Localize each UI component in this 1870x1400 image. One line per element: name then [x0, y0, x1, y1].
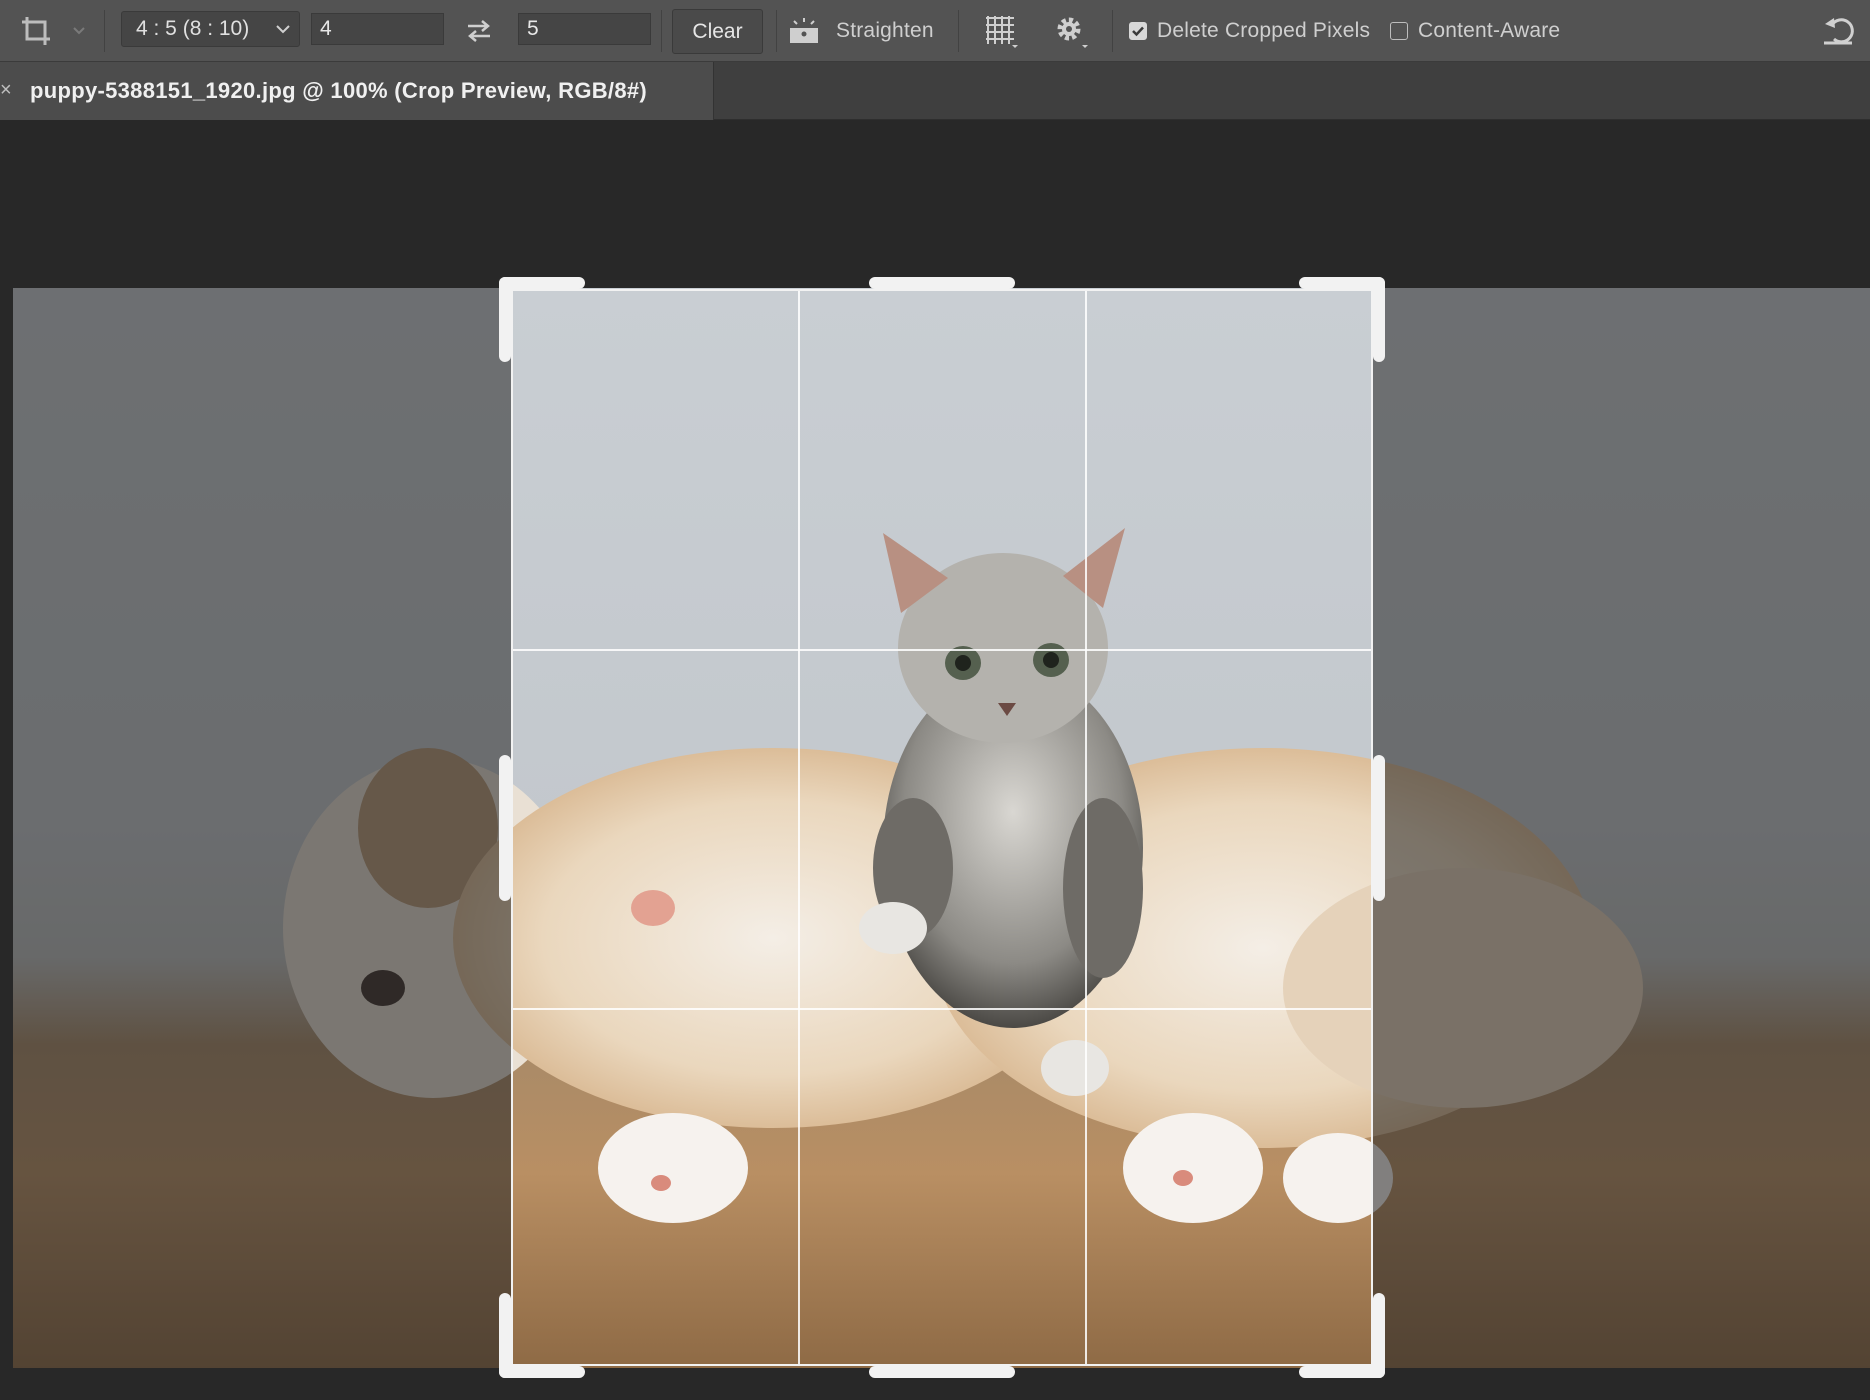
content-aware-checkbox[interactable]	[1390, 22, 1408, 40]
crop-width-field[interactable]: 4	[311, 13, 444, 45]
divider	[1112, 10, 1113, 52]
reset-icon	[1824, 18, 1854, 45]
crop-handle-top[interactable]	[869, 277, 1015, 289]
straighten-button[interactable]: Straighten	[786, 0, 946, 62]
crop-shield-right	[1373, 288, 1870, 1368]
swap-arrows-icon	[468, 20, 490, 42]
crop-handle-bottom-right[interactable]	[1373, 1293, 1385, 1378]
delete-cropped-pixels-label: Delete Cropped Pixels	[1157, 19, 1371, 42]
reset-crop-button[interactable]	[1822, 0, 1862, 62]
crop-settings-button[interactable]	[1052, 0, 1092, 62]
gear-icon	[1057, 17, 1088, 48]
aspect-ratio-value: 4 : 5 (8 : 10)	[136, 17, 250, 40]
content-aware-label: Content-Aware	[1418, 19, 1561, 42]
document-tab-bar: × puppy-5388151_1920.jpg @ 100% (Crop Pr…	[0, 62, 1870, 120]
divider	[104, 10, 105, 52]
document-tab[interactable]: × puppy-5388151_1920.jpg @ 100% (Crop Pr…	[0, 62, 714, 120]
options-bar: 4 : 5 (8 : 10) 4 5 Clear Straighten Dele…	[0, 0, 1870, 62]
delete-cropped-pixels-option[interactable]: Delete Cropped Pixels	[1129, 0, 1373, 62]
crop-handle-left[interactable]	[499, 755, 511, 901]
overlay-options-button[interactable]	[982, 0, 1022, 62]
grid-line-horizontal-1	[513, 649, 1371, 651]
divider	[958, 10, 959, 52]
crop-handle-top-left[interactable]	[499, 277, 511, 362]
divider	[661, 10, 662, 52]
crop-handle-bottom-left[interactable]	[499, 1366, 585, 1378]
crop-handle-right[interactable]	[1373, 755, 1385, 901]
aspect-ratio-select[interactable]: 4 : 5 (8 : 10)	[121, 11, 300, 47]
crop-tool-preset-picker[interactable]	[18, 0, 58, 62]
grid-line-vertical-2	[1085, 291, 1087, 1364]
divider	[776, 10, 777, 52]
delete-cropped-pixels-checkbox[interactable]	[1129, 22, 1147, 40]
level-icon	[790, 18, 818, 43]
crop-icon	[22, 17, 50, 45]
content-aware-option[interactable]: Content-Aware	[1390, 0, 1580, 62]
crop-handle-top-right[interactable]	[1373, 277, 1385, 362]
swap-dimensions-button[interactable]	[464, 0, 500, 62]
crop-shield-left	[13, 288, 511, 1368]
crop-height-field[interactable]: 5	[518, 13, 651, 45]
checkmark-icon	[1132, 26, 1144, 37]
crop-handle-bottom[interactable]	[869, 1366, 1015, 1378]
crop-box[interactable]	[511, 289, 1373, 1366]
grid-line-horizontal-2	[513, 1008, 1371, 1010]
grid-overlay-icon	[986, 16, 1018, 48]
chevron-down-icon	[276, 25, 290, 34]
close-tab-icon[interactable]: ×	[0, 80, 14, 100]
preset-dropdown-arrow[interactable]	[72, 0, 86, 62]
straighten-label: Straighten	[836, 19, 934, 42]
chevron-down-icon	[73, 27, 85, 35]
clear-button[interactable]: Clear	[672, 9, 763, 54]
crop-handle-top-left[interactable]	[499, 277, 585, 289]
grid-line-vertical-1	[798, 291, 800, 1364]
document-title: puppy-5388151_1920.jpg @ 100% (Crop Prev…	[30, 78, 648, 103]
